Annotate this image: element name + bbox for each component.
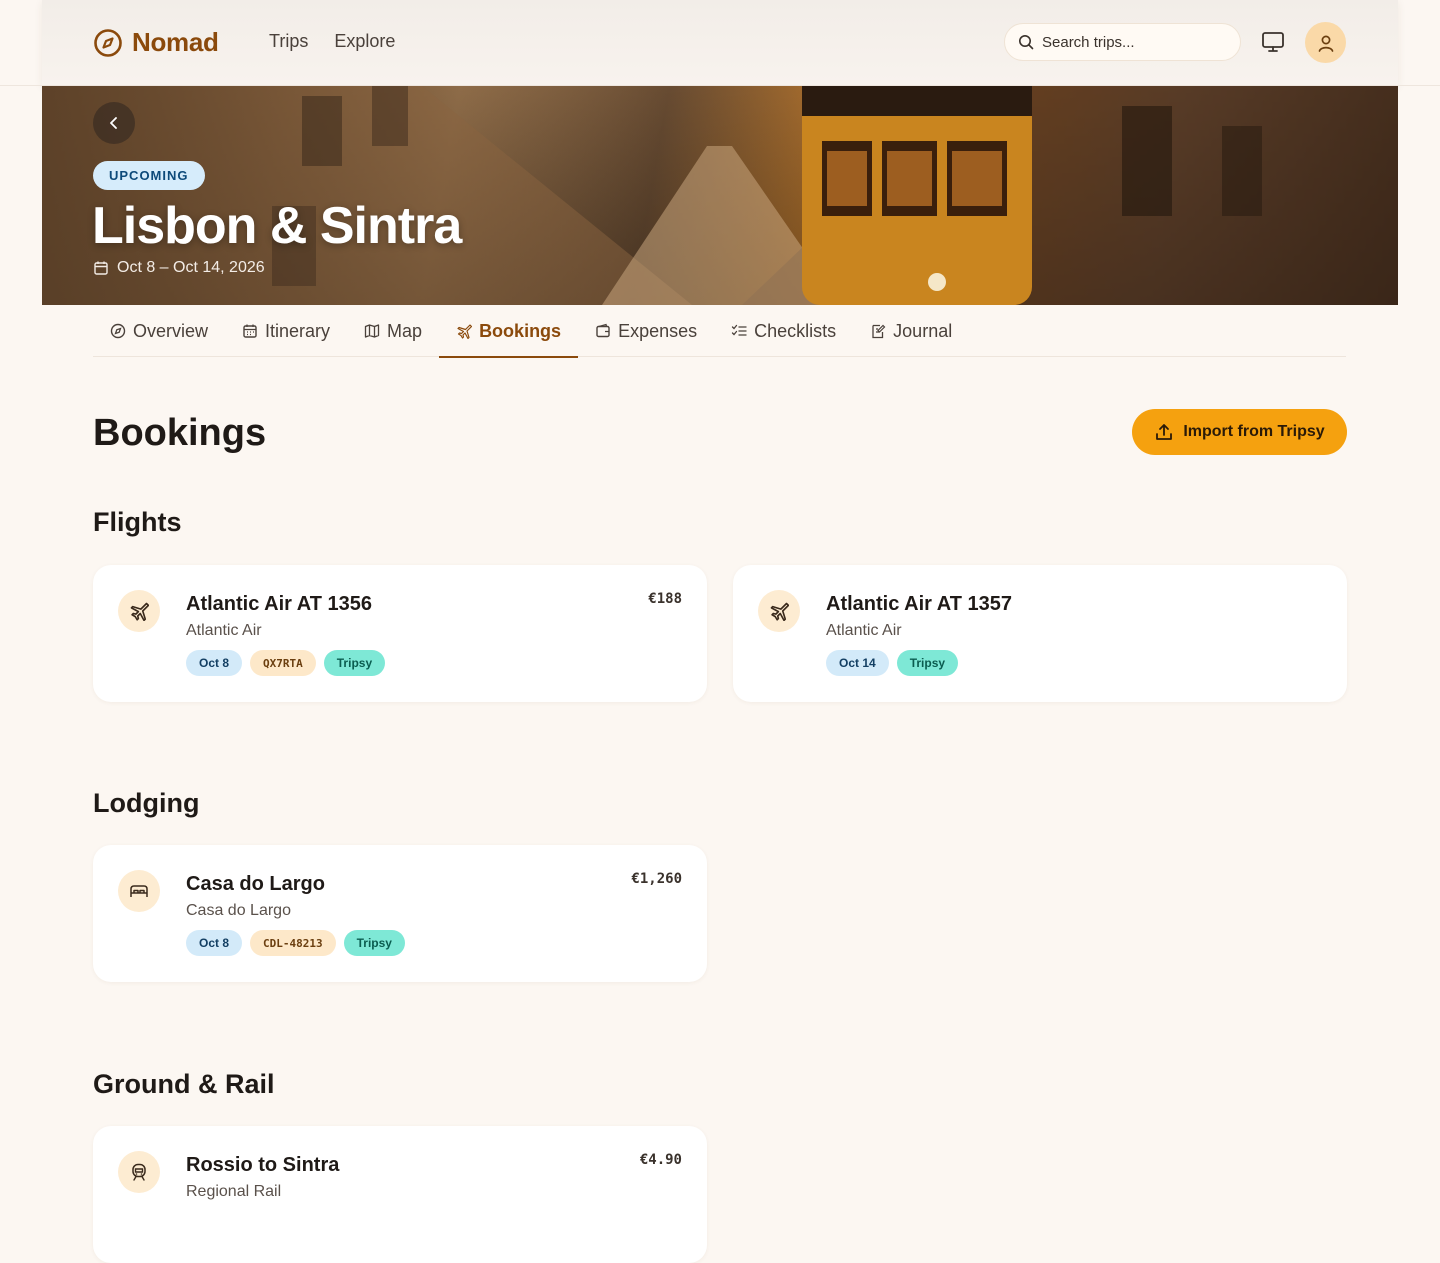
tab-bookings[interactable]: Bookings bbox=[439, 305, 579, 358]
search-icon bbox=[1019, 35, 1034, 50]
compass-icon bbox=[110, 323, 126, 339]
trip-tabs: Overview Itinerary Map Bookings Expenses… bbox=[93, 305, 1346, 358]
page-title: Bookings bbox=[93, 412, 267, 454]
section-title-ground-rail: Ground & Rail bbox=[93, 1069, 275, 1099]
checklist-icon bbox=[731, 324, 747, 336]
top-nav: Trips Explore bbox=[269, 31, 395, 52]
booking-card-flight[interactable]: Atlantic Air AT 1356 Atlantic Air €188 O… bbox=[93, 565, 707, 702]
booking-chips: Oct 14 Tripsy bbox=[826, 650, 959, 676]
tab-checklists[interactable]: Checklists bbox=[714, 305, 853, 357]
tab-itinerary[interactable]: Itinerary bbox=[225, 305, 347, 357]
booking-type-icon bbox=[118, 1151, 160, 1193]
compass-logo-icon bbox=[94, 28, 122, 57]
booking-title: Casa do Largo bbox=[186, 873, 325, 895]
tab-overview[interactable]: Overview bbox=[93, 305, 225, 357]
trip-dates-text: Oct 8 – Oct 14, 2026 bbox=[117, 259, 265, 276]
booking-type-icon bbox=[758, 590, 800, 632]
app-name: Nomad bbox=[132, 27, 219, 57]
booking-type-icon bbox=[118, 870, 160, 912]
booking-provider: Regional Rail bbox=[186, 1183, 282, 1200]
user-avatar-button[interactable] bbox=[1305, 22, 1346, 63]
booking-provider: Atlantic Air bbox=[826, 622, 902, 639]
wallet-icon bbox=[596, 323, 610, 338]
search-box[interactable] bbox=[1004, 23, 1241, 61]
booking-price: €188 bbox=[648, 591, 682, 607]
nav-explore[interactable]: Explore bbox=[334, 31, 395, 52]
plane-icon bbox=[457, 324, 473, 339]
booking-type-icon bbox=[118, 590, 160, 632]
booking-chips: Oct 8 QX7RTA Tripsy bbox=[186, 650, 386, 676]
trip-hero: UPCOMING Lisbon & Sintra Oct 8 – Oct 14,… bbox=[42, 86, 1398, 305]
booking-title: Rossio to Sintra bbox=[186, 1154, 340, 1176]
date-chip: Oct 8 bbox=[186, 650, 243, 676]
plane-icon bbox=[770, 602, 789, 621]
source-chip: Tripsy bbox=[343, 930, 405, 956]
display-mode-button[interactable] bbox=[1260, 30, 1286, 54]
trip-title: Lisbon & Sintra bbox=[92, 197, 462, 255]
source-chip: Tripsy bbox=[896, 650, 959, 676]
user-icon bbox=[1318, 35, 1333, 52]
tab-expenses[interactable]: Expenses bbox=[578, 305, 714, 357]
date-chip: Oct 14 bbox=[826, 650, 889, 676]
app-logo[interactable]: Nomad bbox=[93, 27, 219, 58]
confirmation-code-chip: QX7RTA bbox=[250, 650, 316, 676]
booking-provider: Atlantic Air bbox=[186, 622, 262, 639]
nav-trips[interactable]: Trips bbox=[269, 31, 308, 52]
import-from-tripsy-button[interactable]: Import from Tripsy bbox=[1132, 409, 1347, 455]
tab-label: Overview bbox=[133, 320, 209, 341]
tab-journal[interactable]: Journal bbox=[853, 305, 969, 357]
monitor-icon bbox=[1262, 32, 1284, 52]
section-title-lodging: Lodging bbox=[93, 788, 200, 818]
import-button-label: Import from Tripsy bbox=[1183, 423, 1325, 440]
tab-label: Expenses bbox=[618, 320, 698, 341]
tab-label: Bookings bbox=[479, 320, 562, 341]
booking-price: €4.90 bbox=[639, 1152, 682, 1168]
journal-icon bbox=[872, 324, 886, 339]
source-chip: Tripsy bbox=[323, 650, 386, 676]
booking-chips: Oct 8 CDL-48213 Tripsy bbox=[186, 930, 405, 956]
booking-card-lodging[interactable]: Casa do Largo Casa do Largo €1,260 Oct 8… bbox=[93, 845, 707, 982]
map-icon bbox=[364, 324, 380, 338]
calendar-icon bbox=[243, 324, 257, 338]
tab-label: Itinerary bbox=[265, 320, 331, 341]
plane-icon bbox=[130, 602, 149, 621]
booking-provider: Casa do Largo bbox=[186, 902, 291, 919]
bed-icon bbox=[130, 885, 148, 897]
booking-card-rail[interactable]: Rossio to Sintra Regional Rail €4.90 bbox=[93, 1126, 707, 1263]
confirmation-code-chip: CDL-48213 bbox=[250, 930, 336, 956]
calendar-icon bbox=[94, 261, 108, 275]
tab-label: Journal bbox=[893, 320, 953, 341]
booking-card-flight[interactable]: Atlantic Air AT 1357 Atlantic Air Oct 14… bbox=[733, 565, 1347, 702]
section-title-flights: Flights bbox=[93, 507, 182, 537]
upload-icon bbox=[1156, 424, 1173, 440]
tab-label: Map bbox=[387, 320, 423, 341]
train-icon bbox=[132, 1163, 146, 1181]
booking-title: Atlantic Air AT 1356 bbox=[186, 593, 372, 615]
trip-dates: Oct 8 – Oct 14, 2026 bbox=[93, 259, 265, 277]
search-input[interactable] bbox=[1042, 33, 1222, 51]
date-chip: Oct 8 bbox=[186, 930, 243, 956]
tab-map[interactable]: Map bbox=[347, 305, 439, 357]
trip-status-badge: UPCOMING bbox=[93, 161, 205, 190]
booking-title: Atlantic Air AT 1357 bbox=[826, 593, 1012, 615]
tab-label: Checklists bbox=[754, 320, 837, 341]
chevron-left-icon bbox=[110, 117, 117, 129]
back-button[interactable] bbox=[93, 102, 135, 144]
booking-price: €1,260 bbox=[631, 871, 682, 887]
